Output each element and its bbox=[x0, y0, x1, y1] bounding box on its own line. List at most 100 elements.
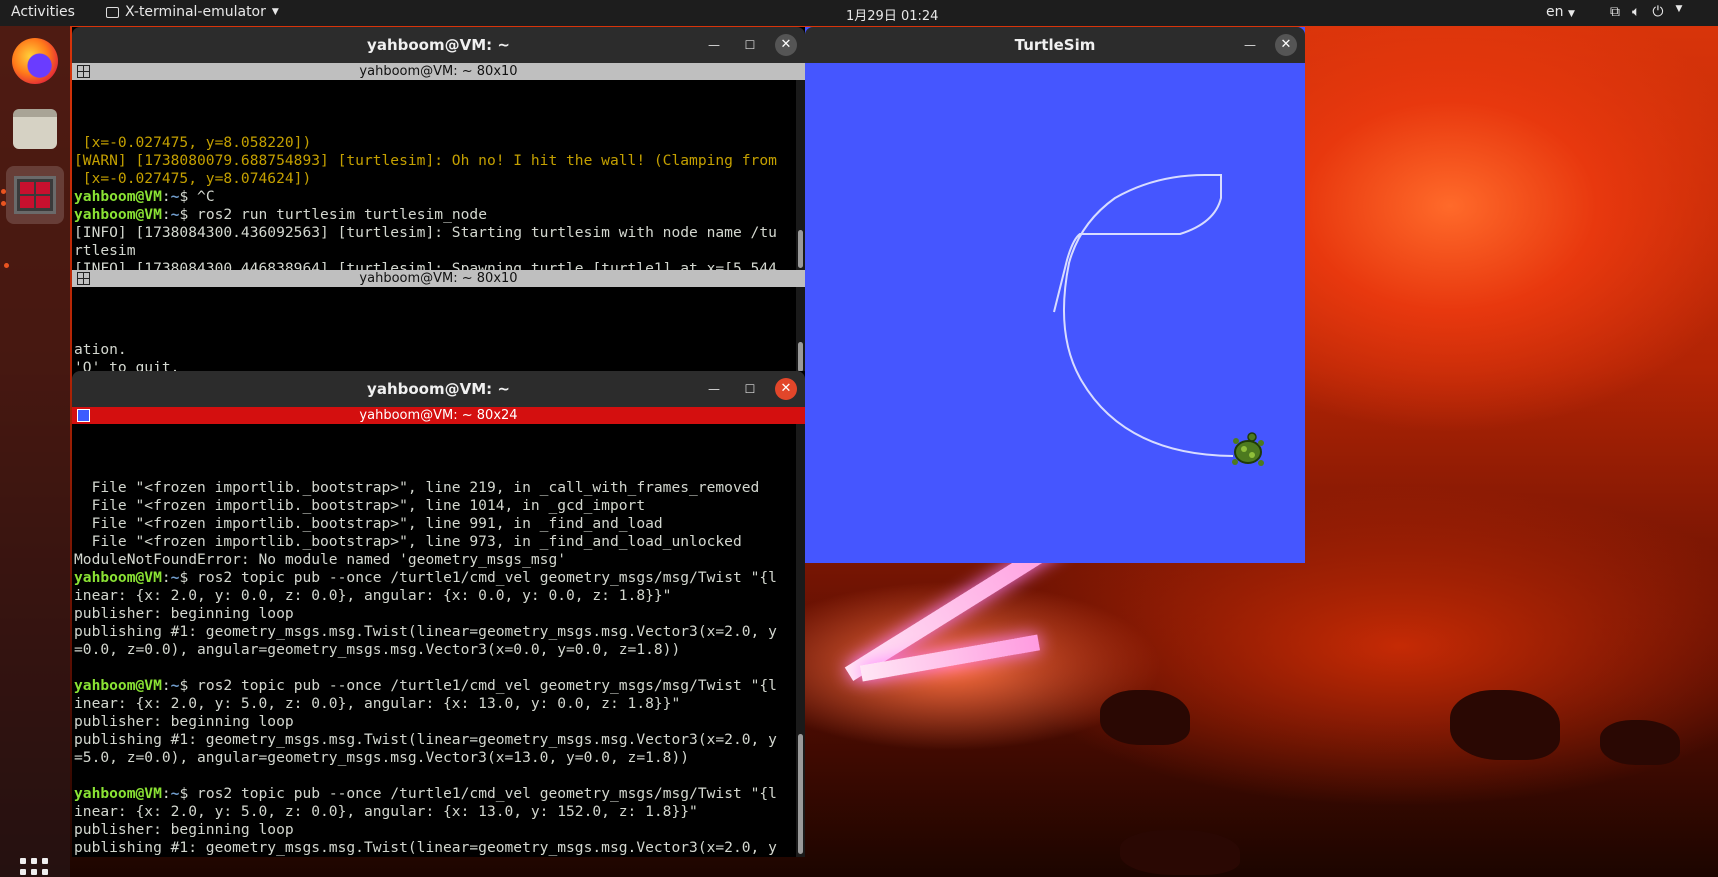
network-icon: ⧉ bbox=[1610, 4, 1620, 20]
terminal-line: File "<frozen importlib._bootstrap>", li… bbox=[74, 515, 805, 533]
dock-files[interactable] bbox=[6, 100, 64, 158]
canvas-background bbox=[805, 63, 1305, 563]
running-indicator bbox=[4, 263, 9, 268]
output-text: publishing #1: geometry_msgs.msg.Twist(l… bbox=[74, 839, 777, 856]
output-text: inear: {x: 2.0, y: 5.0, z: 0.0}, angular… bbox=[74, 803, 698, 820]
window-title: yahboom@VM: ~ bbox=[367, 380, 510, 398]
close-button[interactable]: ✕ bbox=[1275, 34, 1297, 56]
minimize-button[interactable]: — bbox=[703, 34, 725, 56]
maximize-button[interactable]: ☐ bbox=[739, 34, 761, 56]
command-text: ros2 topic pub --once /turtle1/cmd_vel g… bbox=[188, 785, 777, 802]
terminal-line: rtlesim bbox=[74, 242, 805, 260]
activities-button[interactable]: Activities bbox=[11, 4, 75, 20]
window-titlebar[interactable]: TurtleSim — ✕ bbox=[805, 27, 1305, 63]
window-title: TurtleSim bbox=[1014, 36, 1096, 54]
wallpaper-rock bbox=[1100, 690, 1190, 745]
terminal-line: yahboom@VM:~$ ros2 topic pub --once /tur… bbox=[74, 569, 805, 587]
running-indicator bbox=[1, 201, 6, 206]
maximize-button[interactable]: ☐ bbox=[739, 378, 761, 400]
dock-firefox[interactable] bbox=[6, 32, 64, 90]
output-text: ation. bbox=[74, 341, 127, 358]
command-text: ros2 topic pub --once /turtle1/cmd_vel g… bbox=[188, 569, 777, 586]
turtlesim-canvas bbox=[805, 63, 1305, 563]
terminal-line: [INFO] [1738084300.446838964] [turtlesim… bbox=[74, 260, 805, 270]
top-bar: Activities X-terminal-emulator ▼ 1月29日 0… bbox=[0, 0, 1718, 26]
system-tray[interactable]: ⧉ 🔈︎ ⏻ ▼ bbox=[1610, 4, 1682, 20]
prompt-user: yahboom@VM bbox=[74, 206, 162, 223]
terminal-output[interactable]: [x=-0.027475, y=8.058220]) [WARN] [173808… bbox=[72, 80, 805, 270]
prompt-user: yahboom@VM bbox=[74, 569, 162, 586]
wallpaper-rock bbox=[1600, 720, 1680, 765]
output-text: inear: {x: 2.0, y: 0.0, z: 0.0}, angular… bbox=[74, 587, 672, 604]
turtlesim-window[interactable]: TurtleSim — ✕ bbox=[805, 27, 1305, 563]
command-text: ^C bbox=[188, 188, 215, 205]
scrollbar[interactable] bbox=[796, 424, 805, 857]
output-text: File "<frozen importlib._bootstrap>", li… bbox=[74, 479, 760, 496]
window-titlebar[interactable]: yahboom@VM: ~ — ☐ ✕ bbox=[72, 27, 805, 63]
command-text: ros2 run turtlesim turtlesim_node bbox=[188, 206, 487, 223]
terminal-line: inear: {x: 2.0, y: 5.0, z: 0.0}, angular… bbox=[74, 695, 805, 713]
close-button[interactable]: ✕ bbox=[775, 378, 797, 400]
terminal-line: publisher: beginning loop bbox=[74, 713, 805, 731]
app-menu[interactable]: X-terminal-emulator ▼ bbox=[106, 4, 279, 20]
scrollbar[interactable] bbox=[796, 80, 805, 270]
clock[interactable]: 1月29日 01:24 bbox=[846, 5, 938, 24]
files-icon bbox=[13, 109, 57, 149]
pane-header: yahboom@VM: ~ 80x10 bbox=[72, 270, 805, 287]
terminal-line: inear: {x: 2.0, y: 5.0, z: 0.0}, angular… bbox=[74, 803, 805, 821]
minimize-button[interactable]: — bbox=[703, 378, 725, 400]
output-text: publisher: beginning loop bbox=[74, 713, 294, 730]
output-text: [x=-0.027475, y=8.074624]) bbox=[74, 170, 312, 187]
output-text: File "<frozen importlib._bootstrap>", li… bbox=[74, 533, 742, 550]
terminal-line: yahboom@VM:~$ ros2 run turtlesim turtles… bbox=[74, 206, 805, 224]
pane-menu-icon[interactable] bbox=[77, 409, 90, 422]
minimize-button[interactable]: — bbox=[1239, 34, 1261, 56]
wallpaper-rock bbox=[1120, 830, 1240, 875]
dock-terminal[interactable] bbox=[6, 166, 64, 224]
language-menu[interactable]: en ▼ bbox=[1546, 4, 1575, 20]
prompt-separator: : bbox=[161, 188, 171, 205]
terminal-output[interactable]: ation.'Q' to quit.yahboom@VM:~$ ros2 run… bbox=[72, 287, 805, 373]
scrollbar[interactable] bbox=[796, 287, 805, 373]
language-label: en bbox=[1546, 4, 1564, 20]
prompt-separator: : bbox=[161, 677, 171, 694]
dropdown-arrow-icon: ▼ bbox=[271, 7, 279, 17]
terminal-line: publisher: beginning loop bbox=[74, 605, 805, 623]
running-indicator bbox=[1, 189, 6, 194]
terminal-line: ModuleNotFoundError: No module named 'ge… bbox=[74, 551, 805, 569]
output-text: File "<frozen importlib._bootstrap>", li… bbox=[74, 515, 663, 532]
window-titlebar[interactable]: yahboom@VM: ~ — ☐ ✕ bbox=[72, 371, 805, 407]
prompt-user: yahboom@VM bbox=[74, 188, 162, 205]
window-title: yahboom@VM: ~ bbox=[367, 36, 510, 54]
terminal-window-top[interactable]: yahboom@VM: ~ — ☐ ✕ yahboom@VM: ~ 80x10 … bbox=[72, 27, 805, 373]
output-text: [INFO] [1738084300.436092563] [turtlesim… bbox=[74, 224, 777, 241]
pane-header-label: yahboom@VM: ~ 80x24 bbox=[359, 408, 518, 423]
dock bbox=[0, 26, 70, 877]
pane-menu-icon[interactable] bbox=[77, 65, 90, 78]
prompt-symbol: $ bbox=[179, 677, 189, 694]
terminal-line: [x=-0.027475, y=8.058220]) bbox=[74, 134, 805, 152]
terminal-line: inear: {x: 2.0, y: 0.0, z: 0.0}, angular… bbox=[74, 587, 805, 605]
output-text: publisher: beginning loop bbox=[74, 821, 294, 838]
terminal-line: =0.0, z=0.0), angular=geometry_msgs.msg.… bbox=[74, 641, 805, 659]
terminal-output[interactable]: File "<frozen importlib._bootstrap>", li… bbox=[72, 424, 805, 857]
show-applications-icon[interactable] bbox=[20, 858, 48, 875]
output-text: inear: {x: 2.0, y: 5.0, z: 0.0}, angular… bbox=[74, 695, 681, 712]
pane-header-label: yahboom@VM: ~ 80x10 bbox=[359, 64, 518, 79]
prompt-symbol: $ bbox=[179, 206, 189, 223]
pane-header: yahboom@VM: ~ 80x10 bbox=[72, 63, 805, 80]
pane-header-active: yahboom@VM: ~ 80x24 bbox=[72, 407, 805, 424]
pane-menu-icon[interactable] bbox=[77, 272, 90, 285]
output-text: [WARN] [1738080079.688754893] [turtlesim… bbox=[74, 152, 777, 169]
prompt-symbol: $ bbox=[179, 785, 189, 802]
output-text: [x=-0.027475, y=8.058220]) bbox=[74, 134, 312, 151]
terminal-window-bottom[interactable]: yahboom@VM: ~ — ☐ ✕ yahboom@VM: ~ 80x24 … bbox=[72, 371, 805, 857]
terminal-line: File "<frozen importlib._bootstrap>", li… bbox=[74, 497, 805, 515]
pane-header-label: yahboom@VM: ~ 80x10 bbox=[359, 271, 518, 286]
terminal-line: [x=-0.027475, y=8.074624]) bbox=[74, 170, 805, 188]
prompt-user: yahboom@VM bbox=[74, 677, 162, 694]
terminal-line: yahboom@VM:~$ ros2 topic pub --once /tur… bbox=[74, 677, 805, 695]
terminal-line: File "<frozen importlib._bootstrap>", li… bbox=[74, 479, 805, 497]
close-button[interactable]: ✕ bbox=[775, 34, 797, 56]
